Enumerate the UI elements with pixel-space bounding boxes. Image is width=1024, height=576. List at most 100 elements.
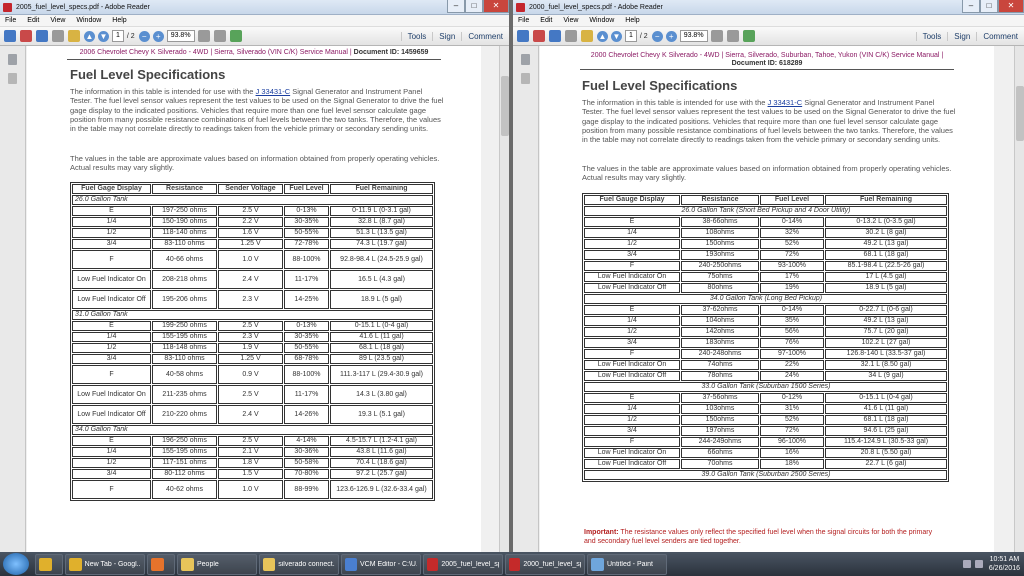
clock[interactable]: 10:51 AM 6/26/2016 bbox=[989, 555, 1020, 573]
page-thumbnails-icon[interactable] bbox=[521, 54, 530, 65]
close-button[interactable]: ✕ bbox=[483, 0, 509, 13]
table-cell: 103ohms bbox=[681, 404, 759, 414]
create-pdf-icon[interactable] bbox=[533, 30, 545, 42]
minimize-button[interactable]: – bbox=[962, 0, 980, 13]
open-icon[interactable] bbox=[4, 30, 16, 42]
next-page-icon[interactable]: ▼ bbox=[98, 30, 109, 42]
menu-view[interactable]: View bbox=[563, 17, 578, 24]
sign-button[interactable]: Sign bbox=[947, 31, 976, 41]
taskbar-item[interactable]: 2000_fuel_level_sp... bbox=[505, 553, 585, 575]
title-bar[interactable]: 2000_fuel_level_specs.pdf - Adobe Reader… bbox=[513, 0, 1024, 15]
menu-help[interactable]: Help bbox=[112, 17, 126, 24]
tank-section-label: 26.0 Gallon Tank (Short Bed Pickup and 4… bbox=[584, 206, 947, 216]
save-icon[interactable] bbox=[549, 30, 561, 42]
taskbar-item[interactable]: VCM Editor - C:\U... bbox=[341, 553, 421, 575]
tank-section-row: 26.0 Gallon Tank bbox=[72, 195, 433, 205]
read-mode-icon[interactable] bbox=[726, 30, 739, 42]
zoom-select[interactable]: 93.8% bbox=[166, 30, 195, 42]
table-cell: 30-35% bbox=[284, 332, 329, 342]
menu-help[interactable]: Help bbox=[625, 17, 639, 24]
menu-window[interactable]: Window bbox=[76, 17, 101, 24]
tool-link[interactable]: J 33431-C bbox=[768, 98, 803, 107]
zoom-in-icon[interactable]: + bbox=[152, 30, 164, 42]
taskbar-item-label: 2000_fuel_level_sp... bbox=[523, 560, 581, 568]
print-icon[interactable] bbox=[52, 30, 64, 42]
fit-page-icon[interactable] bbox=[710, 30, 723, 42]
vertical-scrollbar[interactable] bbox=[499, 46, 509, 552]
scroll-thumb[interactable] bbox=[501, 76, 509, 136]
prev-page-icon[interactable]: ▲ bbox=[84, 30, 95, 42]
table-cell: 56% bbox=[760, 327, 824, 337]
taskbar-item[interactable] bbox=[35, 553, 63, 575]
vertical-scrollbar[interactable] bbox=[1014, 46, 1024, 552]
comment-button[interactable]: Comment bbox=[976, 31, 1024, 41]
network-icon[interactable] bbox=[962, 560, 971, 568]
maximize-button[interactable]: □ bbox=[980, 0, 998, 13]
table-cell: 74ohms bbox=[681, 360, 759, 370]
page-number-input[interactable]: 1 bbox=[112, 30, 124, 42]
zoom-in-icon[interactable]: + bbox=[665, 30, 677, 42]
table-cell: 11-17% bbox=[284, 385, 329, 404]
comment-button[interactable]: Comment bbox=[461, 31, 509, 41]
menu-file[interactable]: File bbox=[518, 17, 529, 24]
table-cell: 68.1 L (18 gal) bbox=[825, 250, 947, 260]
comment-bubble-icon[interactable] bbox=[229, 30, 242, 42]
taskbar-item[interactable]: silverado connect... bbox=[259, 553, 339, 575]
fit-page-icon[interactable] bbox=[197, 30, 210, 42]
table-cell: 195-206 ohms bbox=[152, 290, 217, 309]
start-button[interactable] bbox=[3, 553, 29, 575]
col-header: Sender Voltage bbox=[218, 184, 283, 194]
manual-link[interactable]: Sierra, Silverado (VIN C/K) Service Manu… bbox=[214, 49, 348, 56]
document-id: Document ID: 618289 bbox=[731, 60, 803, 67]
sign-button[interactable]: Sign bbox=[432, 31, 461, 41]
table-cell: 19% bbox=[760, 283, 824, 293]
zoom-out-icon[interactable]: − bbox=[651, 30, 663, 42]
maximize-button[interactable]: □ bbox=[465, 0, 483, 13]
scroll-thumb[interactable] bbox=[1016, 86, 1024, 141]
print-icon[interactable] bbox=[565, 30, 577, 42]
menu-view[interactable]: View bbox=[50, 17, 65, 24]
table-cell: 208-218 ohms bbox=[152, 270, 217, 289]
prev-page-icon[interactable]: ▲ bbox=[597, 30, 608, 42]
next-page-icon[interactable]: ▼ bbox=[611, 30, 622, 42]
attachments-icon[interactable] bbox=[8, 73, 17, 84]
page-thumbnails-icon[interactable] bbox=[8, 54, 17, 65]
table-cell: 68.1 L (18 gal) bbox=[825, 415, 947, 425]
table-row: E 37-62ohms 0-14% 0-22.7 L (0-6 gal) bbox=[584, 305, 947, 315]
attachments-icon[interactable] bbox=[521, 73, 530, 84]
menu-window[interactable]: Window bbox=[589, 17, 614, 24]
taskbar-item[interactable] bbox=[147, 553, 175, 575]
menu-file[interactable]: File bbox=[5, 17, 16, 24]
page-number-input[interactable]: 1 bbox=[625, 30, 637, 42]
firefox-icon bbox=[151, 557, 164, 571]
save-icon[interactable] bbox=[36, 30, 48, 42]
table-cell: 1.9 V bbox=[218, 343, 283, 353]
tool-link[interactable]: J 33431-C bbox=[256, 87, 291, 96]
close-button[interactable]: ✕ bbox=[998, 0, 1024, 13]
email-icon[interactable] bbox=[68, 30, 80, 42]
open-icon[interactable] bbox=[517, 30, 529, 42]
menu-edit[interactable]: Edit bbox=[540, 17, 552, 24]
navigation-pane bbox=[0, 46, 26, 552]
menu-edit[interactable]: Edit bbox=[27, 17, 39, 24]
title-bar[interactable]: 2005_fuel_level_specs.pdf - Adobe Reader… bbox=[0, 0, 509, 15]
manual-link[interactable]: Sierra, Silverado, Suburban, Tahoe, Yuko… bbox=[725, 52, 939, 59]
taskbar-item[interactable]: 2005_fuel_level_sp... bbox=[423, 553, 503, 575]
taskbar-item[interactable]: New Tab - Googl... bbox=[65, 553, 145, 575]
volume-icon[interactable] bbox=[974, 560, 983, 568]
tools-button[interactable]: Tools bbox=[400, 31, 433, 41]
zoom-select[interactable]: 93.8% bbox=[679, 30, 708, 42]
table-cell: 118-140 ohms bbox=[152, 228, 217, 238]
taskbar-item[interactable]: Untitled - Paint bbox=[587, 553, 667, 575]
taskbar-item[interactable]: People bbox=[177, 553, 257, 575]
vehicle-link[interactable]: 2000 Chevrolet Chevy K Silverado - 4WD bbox=[591, 52, 720, 59]
zoom-out-icon[interactable]: − bbox=[138, 30, 150, 42]
tools-button[interactable]: Tools bbox=[915, 31, 948, 41]
email-icon[interactable] bbox=[581, 30, 593, 42]
vehicle-link[interactable]: 2006 Chevrolet Chevy K Silverado - 4WD bbox=[80, 49, 209, 56]
minimize-button[interactable]: – bbox=[447, 0, 465, 13]
important-text: The resistance values only reflect the s… bbox=[584, 529, 933, 545]
create-pdf-icon[interactable] bbox=[20, 30, 32, 42]
read-mode-icon[interactable] bbox=[213, 30, 226, 42]
comment-bubble-icon[interactable] bbox=[742, 30, 755, 42]
